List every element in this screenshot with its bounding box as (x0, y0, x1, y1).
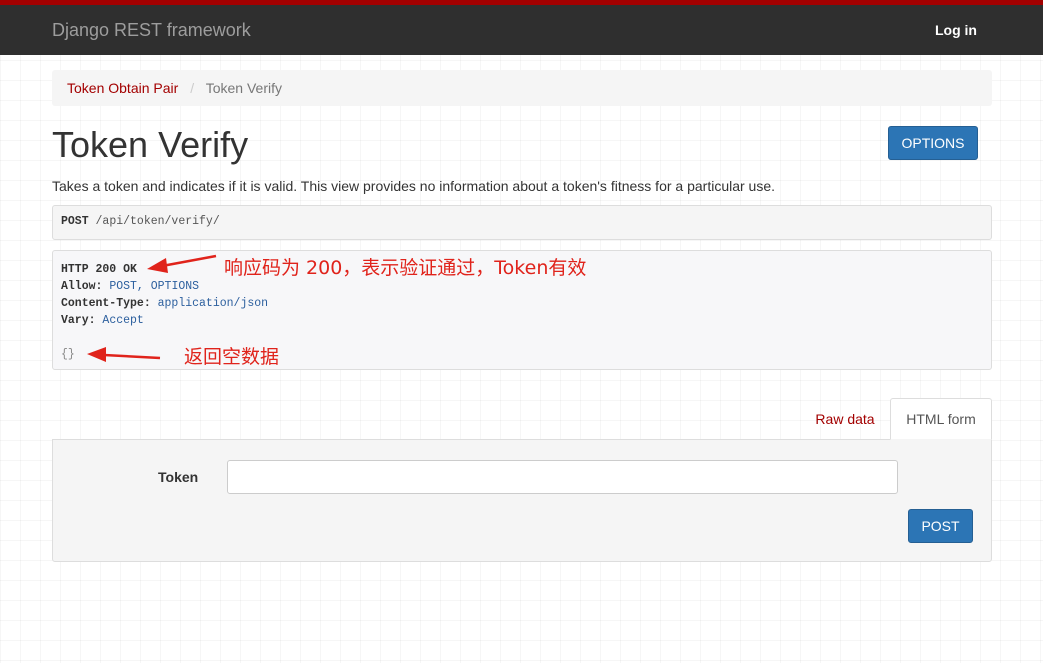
tab-raw-data[interactable]: Raw data (800, 398, 890, 440)
tab-html-form[interactable]: HTML form (890, 398, 992, 440)
post-button[interactable]: POST (908, 509, 973, 543)
annotation-status-note: 响应码为 200，表示验证通过，Token有效 (224, 257, 587, 279)
token-input[interactable] (227, 460, 898, 494)
annotation-body-note: 返回空数据 (184, 346, 280, 368)
token-label: Token (158, 469, 199, 485)
post-form: Token POST (52, 439, 992, 562)
annotation-arrow-body (87, 347, 161, 362)
